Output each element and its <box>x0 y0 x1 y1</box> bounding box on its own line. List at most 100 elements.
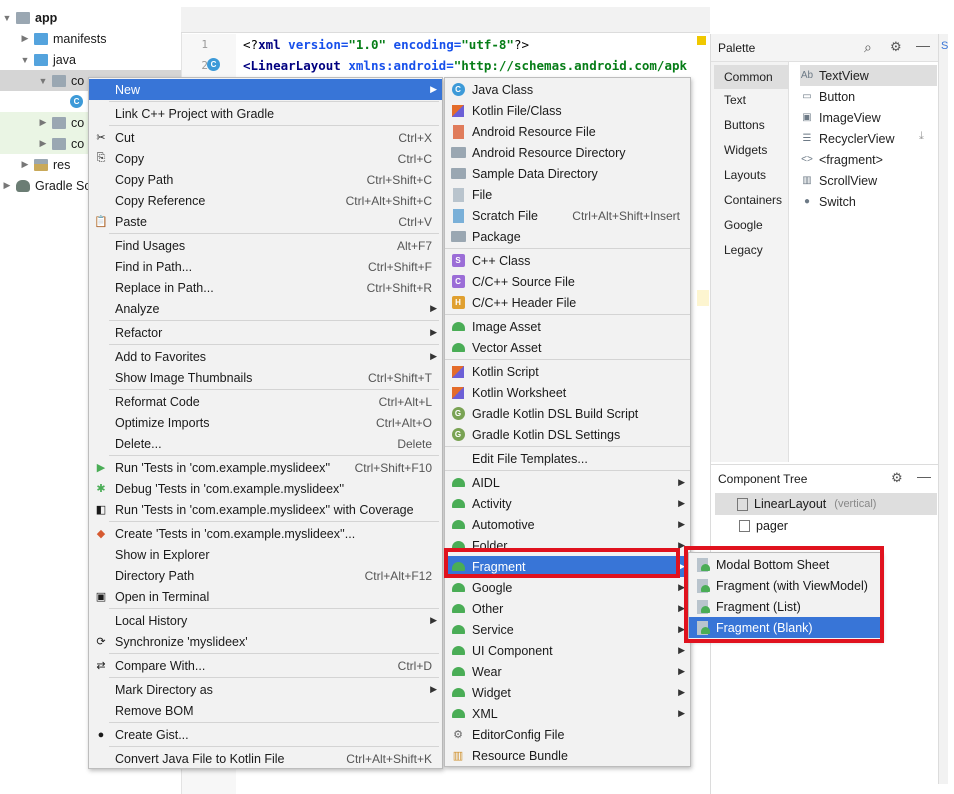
new-menu-item-ui-component[interactable]: UI Component ▶ <box>445 640 690 661</box>
palette-item-scrollview[interactable]: ▥ ScrollView <box>800 170 937 191</box>
download-icon[interactable]: ⤓ <box>919 130 924 143</box>
menu-item-directory-path[interactable]: Directory Path Ctrl+Alt+F12 <box>89 565 442 586</box>
new-menu-item-file[interactable]: File <box>445 184 690 205</box>
new-menu-item-android-resource-file[interactable]: Android Resource File <box>445 121 690 142</box>
collapsed-arrow-icon[interactable]: ▶ <box>2 180 12 191</box>
palette-item-recyclerview[interactable]: ☰ RecyclerView <box>800 128 937 149</box>
menu-item-copy-path[interactable]: Copy Path Ctrl+Shift+C <box>89 169 442 190</box>
menu-item-remove-bom[interactable]: Remove BOM <box>89 700 442 721</box>
new-menu-item-widget[interactable]: Widget ▶ <box>445 682 690 703</box>
tree-node-linearlayout[interactable]: LinearLayout (vertical) <box>715 493 937 515</box>
new-menu-item-java-class[interactable]: C Java Class <box>445 79 690 100</box>
new-menu-item-vector-asset[interactable]: Vector Asset <box>445 337 690 358</box>
collapsed-arrow-icon[interactable]: ▶ <box>20 159 30 170</box>
new-menu-item-package[interactable]: Package <box>445 226 690 247</box>
menu-item-show-image-thumbnails[interactable]: Show Image Thumbnails Ctrl+Shift+T <box>89 367 442 388</box>
new-menu-item-google[interactable]: Google ▶ <box>445 577 690 598</box>
menu-item-cut[interactable]: ✂ Cut Ctrl+X <box>89 127 442 148</box>
menu-item-open-in-terminal[interactable]: ▣ Open in Terminal <box>89 586 442 607</box>
menu-item-add-to-favorites[interactable]: Add to Favorites ▶ <box>89 346 442 367</box>
menu-item-run-tests-in-com-example-myslideex-with-[interactable]: ◧ Run 'Tests in 'com.example.myslideex'' … <box>89 499 442 520</box>
new-menu-item-service[interactable]: Service ▶ <box>445 619 690 640</box>
menu-item-find-usages[interactable]: Find Usages Alt+F7 <box>89 235 442 256</box>
expanded-arrow-icon[interactable]: ▼ <box>2 13 12 23</box>
new-menu-item-scratch-file[interactable]: Scratch File Ctrl+Alt+Shift+Insert <box>445 205 690 226</box>
new-menu-item-other[interactable]: Other ▶ <box>445 598 690 619</box>
menu-item-analyze[interactable]: Analyze ▶ <box>89 298 442 319</box>
menu-item-compare-with[interactable]: ⇄ Compare With... Ctrl+D <box>89 655 442 676</box>
palette-category-common[interactable]: Common <box>714 65 789 89</box>
menu-item-show-in-explorer[interactable]: Show in Explorer <box>89 544 442 565</box>
palette-category-buttons[interactable]: Buttons <box>724 118 765 132</box>
palette-category-google[interactable]: Google <box>724 218 763 232</box>
side-tab-icon[interactable]: S <box>941 40 948 52</box>
menu-item-refactor[interactable]: Refactor ▶ <box>89 322 442 343</box>
new-menu-item-aidl[interactable]: AIDL ▶ <box>445 472 690 493</box>
menu-item-local-history[interactable]: Local History ▶ <box>89 610 442 631</box>
menu-item-copy-reference[interactable]: Copy Reference Ctrl+Alt+Shift+C <box>89 190 442 211</box>
tree-item[interactable]: ▶ manifests <box>0 28 181 49</box>
class-marker-icon[interactable]: C <box>207 58 220 71</box>
menu-item-reformat-code[interactable]: Reformat Code Ctrl+Alt+L <box>89 391 442 412</box>
menu-item-run-tests-in-com-example-myslideex[interactable]: ▶ Run 'Tests in 'com.example.myslideex'' C… <box>89 457 442 478</box>
palette-category-containers[interactable]: Containers <box>724 193 782 207</box>
palette-category-text[interactable]: Text <box>724 93 746 107</box>
menu-item-new[interactable]: New ▶ <box>89 79 442 100</box>
palette-item-switch[interactable]: ● Switch <box>800 191 937 212</box>
new-menu-item-c-c-header-file[interactable]: H C/C++ Header File <box>445 292 690 313</box>
palette-item-fragment[interactable]: <> <fragment> <box>800 149 937 170</box>
minimize-icon[interactable]: — <box>916 37 930 53</box>
menu-item-copy[interactable]: ⎘ Copy Ctrl+C <box>89 148 442 169</box>
new-menu-item-android-resource-directory[interactable]: Android Resource Directory <box>445 142 690 163</box>
new-menu-item-edit-file-templates[interactable]: Edit File Templates... <box>445 448 690 469</box>
new-menu-item-resource-bundle[interactable]: ▥ Resource Bundle <box>445 745 690 766</box>
menu-item-synchronize-myslideex[interactable]: ⟳ Synchronize 'myslideex' <box>89 631 442 652</box>
menu-item-create-tests-in-com-example-myslideex[interactable]: ◆ Create 'Tests in 'com.example.myslideex… <box>89 523 442 544</box>
code-line-2[interactable]: <LinearLayout xmlns:android="http://sche… <box>243 58 687 73</box>
menu-item-convert-java-file-to-kotlin-file[interactable]: Convert Java File to Kotlin File Ctrl+Alt… <box>89 748 442 769</box>
menu-item-optimize-imports[interactable]: Optimize Imports Ctrl+Alt+O <box>89 412 442 433</box>
new-menu-item-editorconfig-file[interactable]: ⚙ EditorConfig File <box>445 724 690 745</box>
menu-item-debug-tests-in-com-example-myslideex[interactable]: ✱ Debug 'Tests in 'com.example.myslideex'… <box>89 478 442 499</box>
minimize-icon[interactable]: — <box>917 468 931 484</box>
search-icon[interactable]: ⌕ <box>864 39 872 56</box>
menu-item-delete[interactable]: Delete... Delete <box>89 433 442 454</box>
menu-item-replace-in-path[interactable]: Replace in Path... Ctrl+Shift+R <box>89 277 442 298</box>
menu-item-link-c-project-with-gradle[interactable]: Link C++ Project with Gradle <box>89 103 442 124</box>
tree-item[interactable]: ▼ app <box>0 7 181 28</box>
collapsed-arrow-icon[interactable]: ▶ <box>20 33 30 44</box>
new-menu-item-gradle-kotlin-dsl-build-script[interactable]: G Gradle Kotlin DSL Build Script <box>445 403 690 424</box>
new-menu-item-kotlin-worksheet[interactable]: Kotlin Worksheet <box>445 382 690 403</box>
menu-item-find-in-path[interactable]: Find in Path... Ctrl+Shift+F <box>89 256 442 277</box>
new-menu-item-wear[interactable]: Wear ▶ <box>445 661 690 682</box>
palette-item-textview[interactable]: Ab TextView <box>800 65 937 86</box>
new-menu-item-c-class[interactable]: S C++ Class <box>445 250 690 271</box>
new-menu-item-automotive[interactable]: Automotive ▶ <box>445 514 690 535</box>
tree-node-pager[interactable]: pager <box>739 515 788 537</box>
palette-category-legacy[interactable]: Legacy <box>724 243 763 257</box>
expanded-arrow-icon[interactable]: ▼ <box>20 55 30 65</box>
expanded-arrow-icon[interactable]: ▼ <box>38 76 48 86</box>
gear-icon[interactable]: ⚙ <box>891 470 903 486</box>
new-menu-item-gradle-kotlin-dsl-settings[interactable]: G Gradle Kotlin DSL Settings <box>445 424 690 445</box>
warning-marker-icon[interactable] <box>697 36 706 45</box>
collapsed-arrow-icon[interactable]: ▶ <box>38 117 48 128</box>
menu-item-create-gist[interactable]: ● Create Gist... <box>89 724 442 745</box>
gear-icon[interactable]: ⚙ <box>890 39 902 55</box>
palette-category-layouts[interactable]: Layouts <box>724 168 766 182</box>
menu-item-mark-directory-as[interactable]: Mark Directory as ▶ <box>89 679 442 700</box>
new-menu-item-sample-data-directory[interactable]: Sample Data Directory <box>445 163 690 184</box>
palette-category-widgets[interactable]: Widgets <box>724 143 767 157</box>
new-menu-item-c-c-source-file[interactable]: C C/C++ Source File <box>445 271 690 292</box>
palette-item-imageview[interactable]: ▣ ImageView <box>800 107 937 128</box>
tree-item[interactable]: ▼ java <box>0 49 181 70</box>
code-line-1[interactable]: <?xml version="1.0" encoding="utf-8"?> <box>243 37 529 52</box>
collapsed-arrow-icon[interactable]: ▶ <box>38 138 48 149</box>
new-menu-item-kotlin-file-class[interactable]: Kotlin File/Class <box>445 100 690 121</box>
palette-item-button[interactable]: ▭ Button <box>800 86 937 107</box>
new-menu-item-image-asset[interactable]: Image Asset <box>445 316 690 337</box>
menu-item-paste[interactable]: 📋 Paste Ctrl+V <box>89 211 442 232</box>
new-menu-item-xml[interactable]: XML ▶ <box>445 703 690 724</box>
new-menu-item-activity[interactable]: Activity ▶ <box>445 493 690 514</box>
new-menu-item-kotlin-script[interactable]: Kotlin Script <box>445 361 690 382</box>
